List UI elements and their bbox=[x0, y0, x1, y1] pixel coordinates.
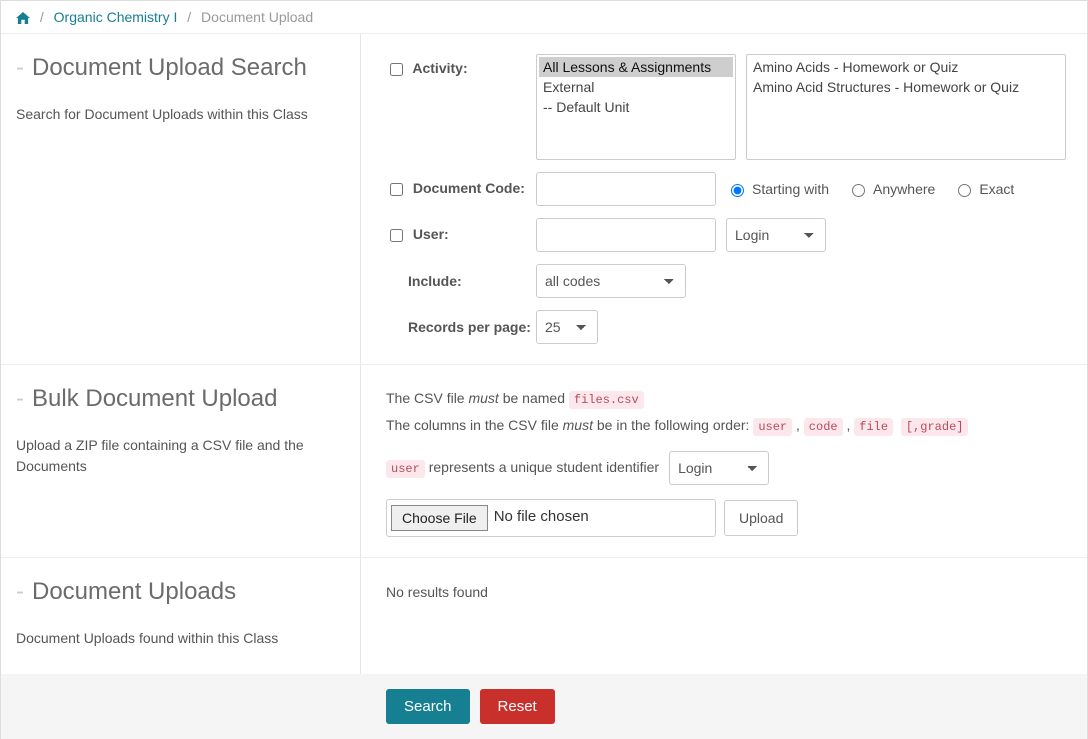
breadcrumb-separator: / bbox=[181, 9, 197, 25]
breadcrumb: / Organic Chemistry I / Document Upload bbox=[1, 1, 1087, 34]
code-col-user: user bbox=[753, 418, 792, 436]
activity-label: Activity: bbox=[412, 60, 467, 76]
assignment-option[interactable]: Amino Acid Structures - Homework or Quiz bbox=[749, 77, 1063, 97]
doc-code-checkbox[interactable] bbox=[390, 183, 403, 196]
user-rep-text: represents a unique student identifier bbox=[429, 459, 659, 475]
breadcrumb-home-link[interactable] bbox=[16, 9, 34, 25]
file-input-box[interactable]: Choose File No file chosen bbox=[386, 499, 716, 537]
breadcrumb-current: Document Upload bbox=[201, 9, 313, 25]
radio-anywhere[interactable]: Anywhere bbox=[847, 181, 935, 197]
breadcrumb-separator: / bbox=[34, 9, 50, 25]
section-uploads-title: -Document Uploads bbox=[16, 578, 345, 606]
reset-button[interactable]: Reset bbox=[480, 689, 555, 724]
activity-checkbox[interactable] bbox=[390, 63, 403, 76]
radio-starting-input[interactable] bbox=[731, 184, 744, 197]
home-icon bbox=[16, 12, 30, 24]
bulk-user-rep-row: user represents a unique student identif… bbox=[386, 451, 1072, 485]
code-col-file: file bbox=[854, 418, 893, 436]
code-col-grade: [,grade] bbox=[901, 418, 969, 436]
rpp-select[interactable]: 25 bbox=[536, 310, 598, 344]
bulk-line-2: The columns in the CSV file must be in t… bbox=[386, 412, 1072, 439]
section-search-desc: Search for Document Uploads within this … bbox=[16, 104, 345, 125]
radio-exact-input[interactable] bbox=[958, 184, 971, 197]
assignment-option[interactable]: Amino Acids - Homework or Quiz bbox=[749, 57, 1063, 77]
assignment-select[interactable]: Amino Acids - Homework or Quiz Amino Aci… bbox=[746, 54, 1066, 160]
code-user-rep: user bbox=[386, 460, 425, 478]
rpp-label: Records per page: bbox=[408, 319, 531, 335]
activity-option[interactable]: All Lessons & Assignments bbox=[539, 57, 733, 77]
upload-button[interactable]: Upload bbox=[724, 500, 798, 536]
include-select[interactable]: all codes bbox=[536, 264, 686, 298]
section-uploads-desc: Document Uploads found within this Class bbox=[16, 628, 345, 649]
footer-actions: Search Reset bbox=[1, 674, 1087, 739]
activity-select[interactable]: All Lessons & Assignments External -- De… bbox=[536, 54, 736, 160]
code-col-code: code bbox=[804, 418, 843, 436]
include-label: Include: bbox=[408, 273, 462, 289]
radio-anywhere-input[interactable] bbox=[852, 184, 865, 197]
activity-option[interactable]: -- Default Unit bbox=[539, 97, 733, 117]
breadcrumb-course-link[interactable]: Organic Chemistry I bbox=[54, 9, 178, 25]
bulk-line-1: The CSV file must be named files.csv bbox=[386, 385, 1072, 412]
bulk-user-type-select[interactable]: Login bbox=[669, 451, 769, 485]
section-bulk-title: -Bulk Document Upload bbox=[16, 385, 345, 413]
search-button[interactable]: Search bbox=[386, 689, 470, 724]
doc-code-input[interactable] bbox=[536, 172, 716, 206]
section-bulk-desc: Upload a ZIP file containing a CSV file … bbox=[16, 435, 345, 477]
user-checkbox[interactable] bbox=[390, 229, 403, 242]
no-results-text: No results found bbox=[386, 578, 1072, 600]
user-input[interactable] bbox=[536, 218, 716, 252]
radio-exact[interactable]: Exact bbox=[953, 181, 1014, 197]
doc-code-label: Document Code: bbox=[413, 180, 525, 196]
file-status-text: No file chosen bbox=[494, 503, 589, 532]
radio-starting-with[interactable]: Starting with bbox=[726, 181, 829, 197]
code-filename: files.csv bbox=[569, 391, 644, 409]
section-search-title: -Document Upload Search bbox=[16, 54, 345, 82]
activity-option[interactable]: External bbox=[539, 77, 733, 97]
user-label: User: bbox=[413, 226, 449, 242]
choose-file-button[interactable]: Choose File bbox=[391, 505, 488, 531]
user-type-select[interactable]: Login bbox=[726, 218, 826, 252]
